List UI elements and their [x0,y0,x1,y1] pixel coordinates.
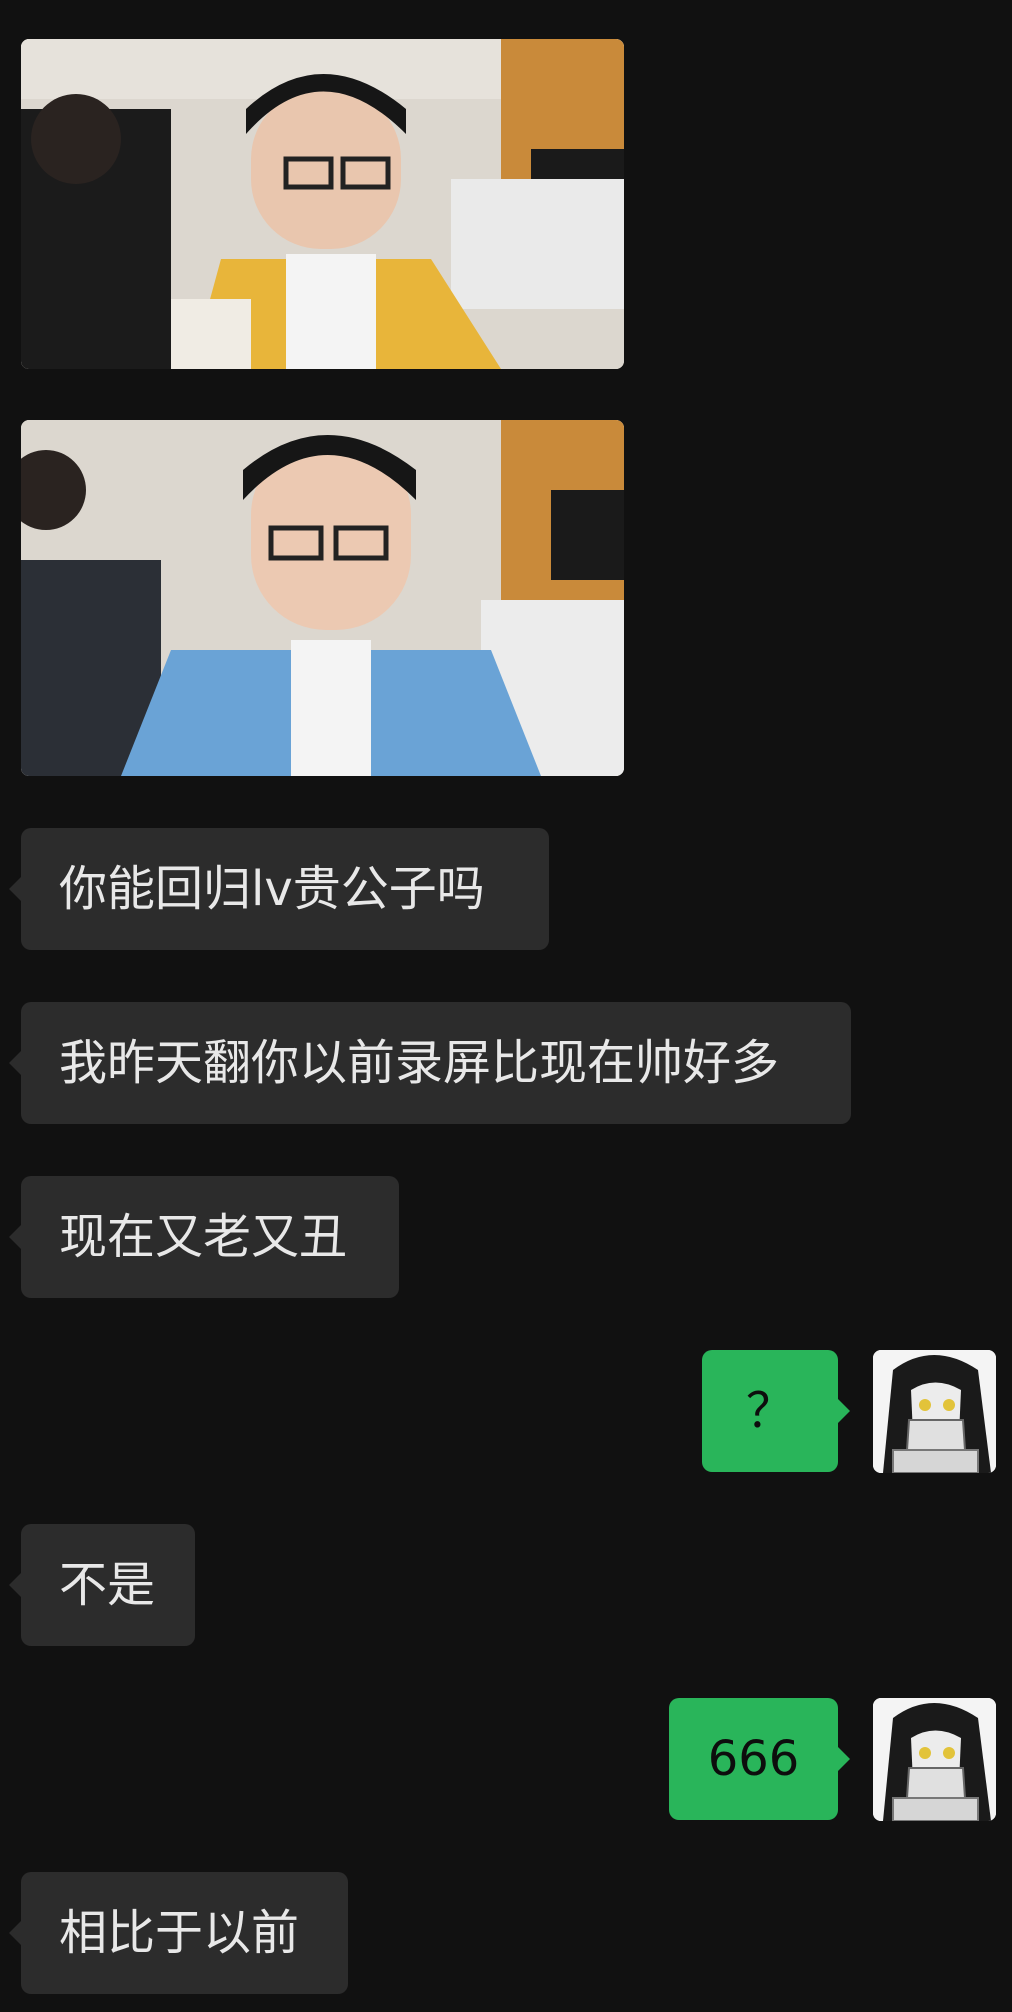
photo-streamer-yellow-jacket [21,39,624,369]
message-text: 你能回归lv贵公子吗 [59,861,485,917]
outgoing-message-bubble[interactable]: 666 [669,1698,850,1820]
user-avatar[interactable] [873,1698,996,1821]
incoming-message-bubble[interactable]: 我昨天翻你以前录屏比现在帅好多 [9,1002,851,1124]
photo-streamer-denim-jacket [21,420,624,776]
message-text: 不是 [59,1557,156,1613]
anime-character-avatar-icon [873,1350,996,1473]
message-text: 相比于以前 [59,1905,300,1961]
message-text: 现在又老又丑 [59,1209,348,1265]
incoming-message-bubble[interactable]: 不是 [9,1524,195,1646]
message-text: 我昨天翻你以前录屏比现在帅好多 [59,1035,780,1091]
message-text: ？ [745,1383,794,1439]
incoming-message-bubble[interactable]: 你能回归lv贵公子吗 [9,828,549,950]
message-text: 666 [707,1731,800,1787]
user-avatar[interactable] [873,1350,996,1473]
incoming-message-bubble[interactable]: 相比于以前 [9,1872,348,1994]
anime-character-avatar-icon [873,1698,996,1821]
image-message[interactable] [21,39,624,369]
outgoing-message-bubble[interactable]: ？ [702,1350,850,1472]
incoming-message-bubble[interactable]: 现在又老又丑 [9,1176,399,1298]
image-message[interactable] [21,420,624,776]
